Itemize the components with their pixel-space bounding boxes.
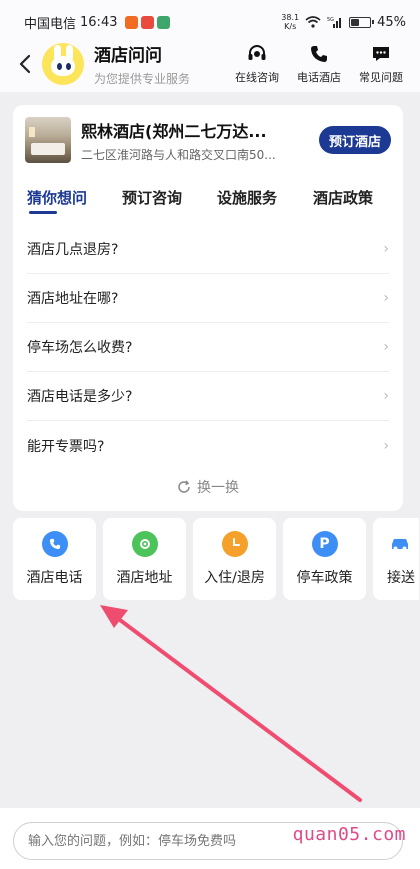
chevron-left-icon bbox=[19, 54, 31, 74]
quick-action-label: 入住/退房 bbox=[204, 570, 265, 586]
net-speed: 38.1 K/s bbox=[281, 13, 299, 31]
active-tab-indicator bbox=[29, 211, 57, 214]
question-text: 酒店地址在哪? bbox=[27, 291, 119, 307]
back-button[interactable] bbox=[8, 42, 42, 86]
header-actions: 在线咨询 电话酒店 常见问题 bbox=[226, 43, 412, 85]
quick-action-address[interactable]: 酒店地址 bbox=[103, 518, 186, 600]
status-right: 38.1 K/s 5G 45% bbox=[281, 13, 406, 31]
clock-icon bbox=[221, 531, 248, 557]
net-speed-unit: K/s bbox=[284, 22, 297, 31]
call-hotel-label: 电话酒店 bbox=[297, 71, 341, 84]
watermark: quan05.com bbox=[292, 824, 406, 845]
battery-percent: 45% bbox=[377, 14, 406, 30]
refresh-label: 换一换 bbox=[197, 480, 239, 496]
phone-icon bbox=[311, 46, 327, 62]
assistant-avatar bbox=[42, 43, 84, 85]
app-notification-icon bbox=[157, 15, 171, 29]
list-item[interactable]: 能开专票吗? › bbox=[27, 421, 389, 470]
quick-action-parking[interactable]: P 停车政策 bbox=[283, 518, 366, 600]
chevron-right-icon: › bbox=[383, 388, 389, 404]
faq-label: 常见问题 bbox=[359, 71, 403, 84]
list-item[interactable]: 酒店几点退房? › bbox=[27, 225, 389, 274]
list-item[interactable]: 酒店地址在哪? › bbox=[27, 274, 389, 323]
quick-action-shuttle[interactable]: 接送 bbox=[373, 518, 419, 600]
tab-booking[interactable]: 预订咨询 bbox=[122, 187, 182, 208]
app-notification-icon bbox=[125, 15, 139, 29]
phone-icon bbox=[41, 531, 68, 557]
app-notification-icon bbox=[141, 15, 155, 29]
thumbnail-lamp bbox=[29, 127, 35, 137]
avatar-eye bbox=[66, 63, 71, 70]
book-hotel-button[interactable]: 预订酒店 bbox=[318, 126, 391, 154]
notification-icons bbox=[125, 15, 171, 29]
question-text: 能开专票吗? bbox=[27, 438, 105, 455]
battery-fill bbox=[351, 18, 360, 26]
battery-icon bbox=[349, 16, 375, 28]
main-card: 熙林酒店(郑州二七万达... 二七区淮河路与人和路交叉口南50... 预订酒店 … bbox=[13, 105, 403, 511]
quick-actions: 酒店电话 酒店地址 入住/退房 P 停车政策 接送 bbox=[13, 518, 419, 600]
quick-action-phone[interactable]: 酒店电话 bbox=[13, 518, 96, 600]
quick-action-label: 酒店电话 bbox=[26, 570, 83, 586]
title-block: 酒店问问 为您提供专业服务 bbox=[94, 41, 190, 87]
online-consult-button[interactable]: 在线咨询 bbox=[226, 43, 288, 85]
quick-action-label: 停车政策 bbox=[296, 570, 353, 586]
list-item[interactable]: 酒店电话是多少? › bbox=[27, 372, 389, 421]
list-item[interactable]: 停车场怎么收费? › bbox=[27, 323, 389, 372]
online-consult-label: 在线咨询 bbox=[235, 71, 279, 84]
chevron-right-icon: › bbox=[383, 437, 389, 454]
chevron-right-icon: › bbox=[383, 339, 389, 355]
car-icon bbox=[387, 531, 413, 557]
faq-button[interactable]: 常见问题 bbox=[350, 43, 412, 85]
quick-action-label: 接送 bbox=[387, 570, 415, 586]
tab-facilities[interactable]: 设施服务 bbox=[217, 187, 277, 208]
chevron-right-icon: › bbox=[383, 241, 389, 257]
call-hotel-button[interactable]: 电话酒店 bbox=[288, 43, 350, 85]
hotel-summary[interactable]: 熙林酒店(郑州二七万达... 二七区淮河路与人和路交叉口南50... 预订酒店 bbox=[25, 117, 391, 163]
tab-guess[interactable]: 猜你想问 bbox=[27, 187, 87, 208]
question-text: 酒店电话是多少? bbox=[27, 389, 133, 405]
question-text: 酒店几点退房? bbox=[27, 242, 119, 258]
page-subtitle: 为您提供专业服务 bbox=[94, 72, 191, 86]
hotel-address: 二七区淮河路与人和路交叉口南50... bbox=[81, 147, 276, 162]
question-list: 酒店几点退房? › 酒店地址在哪? › 停车场怎么收费? › 酒店电话是多少? … bbox=[27, 225, 389, 470]
hotel-thumbnail bbox=[25, 117, 71, 163]
refresh-icon bbox=[178, 480, 190, 493]
question-text: 停车场怎么收费? bbox=[27, 340, 133, 356]
status-time: 16:43 bbox=[80, 14, 118, 30]
avatar-eye bbox=[57, 63, 62, 70]
chat-icon bbox=[373, 47, 389, 61]
chevron-right-icon: › bbox=[383, 290, 389, 306]
page-title: 酒店问问 bbox=[94, 46, 162, 66]
thumbnail-bed bbox=[31, 143, 65, 155]
refresh-button[interactable]: 换一换 bbox=[13, 477, 403, 497]
hotel-info: 熙林酒店(郑州二七万达... 二七区淮河路与人和路交叉口南50... bbox=[81, 118, 296, 163]
net-speed-value: 38.1 bbox=[281, 13, 300, 22]
header: 酒店问问 为您提供专业服务 在线咨询 电话酒店 常见问题 bbox=[0, 36, 420, 92]
quick-action-checkin[interactable]: 入住/退房 bbox=[193, 518, 276, 600]
quick-action-label: 酒店地址 bbox=[116, 570, 173, 586]
headset-icon bbox=[248, 45, 266, 60]
avatar-face bbox=[51, 56, 75, 76]
hotel-name: 熙林酒店(郑州二七万达... bbox=[81, 121, 267, 141]
tab-policy[interactable]: 酒店政策 bbox=[313, 187, 373, 208]
parking-icon: P bbox=[311, 531, 338, 557]
signal-icon: 5G bbox=[327, 17, 342, 28]
question-tabs: 猜你想问 预订咨询 设施服务 酒店政策 bbox=[13, 187, 403, 221]
location-icon bbox=[131, 531, 158, 557]
carrier-label: 中国电信 bbox=[24, 16, 77, 32]
wifi-icon bbox=[305, 16, 321, 28]
signal-label: 5G bbox=[327, 17, 334, 23]
status-left: 中国电信 16:43 bbox=[24, 13, 171, 32]
